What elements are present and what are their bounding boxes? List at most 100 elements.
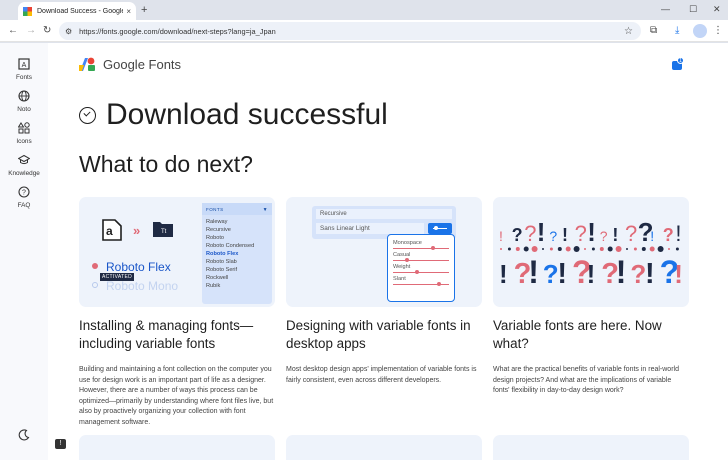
glyph-letter: a — [106, 224, 113, 238]
dot-mark — [668, 248, 670, 250]
list-item: Rockwell — [206, 275, 229, 281]
dot-mark — [591, 247, 595, 251]
preview-font-name: Roboto Flex — [106, 260, 171, 274]
card-title[interactable]: Installing & managing fonts—including va… — [79, 317, 275, 353]
list-item: Roboto Serif — [206, 267, 238, 273]
dot-mark — [515, 247, 520, 251]
school-icon — [17, 154, 31, 166]
glyph-mark: ? — [663, 225, 674, 245]
profile-avatar[interactable] — [693, 24, 707, 38]
check-circle-icon — [79, 106, 96, 124]
tab-close-icon[interactable]: × — [126, 7, 131, 16]
article-card-next-3[interactable] — [493, 435, 689, 460]
glyph-mark: ! — [537, 217, 546, 247]
list-item-active: Roboto Flex — [206, 251, 239, 257]
chevrons-icon: » — [133, 223, 141, 238]
close-window-button[interactable]: ✕ — [713, 3, 721, 15]
glyph-mark: ! — [645, 258, 655, 290]
preview-font-name-2: Roboto Mono — [106, 279, 179, 293]
dot-mark — [599, 247, 604, 251]
google-fonts-favicon — [23, 6, 32, 16]
cursor-icon — [92, 263, 98, 269]
variable-axes-panel: Monospace Casual Weight Slant — [387, 234, 455, 302]
dot-mark — [633, 247, 637, 251]
rail-item-faq[interactable]: ? FAQ — [0, 186, 48, 209]
dot-mark — [500, 248, 502, 250]
dot-mark — [641, 247, 646, 251]
glyph-mark: ! — [650, 228, 654, 244]
article-card-variable-fonts[interactable]: !??!?!?!?!??!?!!?!?!?!?!?!?! Variable fo… — [493, 197, 689, 397]
site-info-icon[interactable]: ⚙ — [65, 27, 72, 36]
back-icon[interactable]: ← — [8, 24, 18, 38]
card-title[interactable]: Designing with variable fonts in desktop… — [286, 317, 482, 353]
url-text: https://fonts.google.com/download/next-s… — [79, 26, 276, 36]
nav-rail: A Fonts Noto Icons Knowledge ? FAQ — [0, 43, 48, 460]
list-item: Recursive — [206, 227, 231, 233]
address-bar[interactable]: ⚙ https://fonts.google.com/download/next… — [59, 22, 641, 40]
folder-label: Tt — [161, 229, 167, 235]
card-title[interactable]: Variable fonts are here. Now what? — [493, 317, 689, 353]
reload-icon[interactable]: ↻ — [43, 24, 51, 38]
glyph-mark: ? — [575, 221, 587, 246]
axis-slider — [393, 270, 449, 275]
fonts-icon: A — [18, 58, 30, 70]
moon-icon — [18, 429, 30, 441]
list-item: Roboto Condensed — [206, 243, 255, 249]
minimize-button[interactable]: — — [661, 3, 670, 15]
dot-mark — [675, 247, 679, 251]
help-icon: ? — [18, 186, 30, 198]
tab-download-success[interactable]: Download Success - Google Fo × — [18, 2, 136, 20]
feedback-icon[interactable]: ! — [55, 439, 66, 449]
glyph-mark: ! — [499, 228, 503, 244]
fonts-panel-header: FONTS ▼ — [202, 203, 272, 215]
rail-item-icons[interactable]: Icons — [0, 122, 48, 145]
list-item: Roboto Slab — [206, 259, 237, 265]
google-fonts-logo[interactable]: Google Fonts — [79, 56, 181, 73]
dot-mark — [542, 248, 544, 250]
section-heading: What to do next? — [79, 151, 253, 177]
article-card-next-2[interactable] — [286, 435, 482, 460]
dot-mark — [549, 247, 553, 251]
rail-item-noto[interactable]: Noto — [0, 90, 48, 113]
dim-circle-icon — [92, 282, 98, 288]
glyph-mark: ? — [549, 228, 557, 244]
globe-icon — [18, 90, 30, 102]
glyph-mark: ! — [587, 259, 596, 289]
font-row-b: Sans Linear Light — [316, 223, 424, 234]
svg-text:?: ? — [22, 190, 26, 197]
tab-title: Download Success - Google Fo — [37, 7, 124, 15]
list-item: Raleway — [206, 219, 228, 225]
shopping-bag-icon[interactable]: 1 — [672, 57, 684, 70]
article-card-designing[interactable]: Recursive Sans Linear Light Monospace Ca… — [286, 197, 482, 386]
dot-mark — [657, 246, 664, 252]
card-illustration: !??!?!?!?!??!?!!?!?!?!?!?!?! — [493, 197, 689, 307]
rail-item-knowledge[interactable]: Knowledge — [0, 154, 48, 177]
page-title: Download successful — [106, 98, 388, 131]
menu-icon[interactable]: ⋮ — [713, 24, 723, 38]
bookmark-star-icon[interactable]: ☆ — [624, 26, 633, 37]
dark-mode-toggle[interactable] — [0, 429, 48, 441]
card-description: What are the practical benefits of varia… — [493, 366, 679, 395]
glyph-mark: ? — [512, 225, 523, 245]
axis-slider — [393, 246, 449, 251]
cart-count-badge: 1 — [677, 57, 684, 64]
maximize-button[interactable]: ☐ — [689, 3, 697, 15]
svg-text:A: A — [22, 62, 27, 69]
downloads-icon[interactable]: ⤓ — [675, 24, 679, 38]
dot-mark — [649, 246, 655, 252]
glyph-mark: ! — [612, 225, 618, 245]
dot-mark — [584, 248, 586, 250]
rail-item-fonts[interactable]: A Fonts — [0, 58, 48, 81]
glyph-mark: ? — [524, 221, 536, 246]
article-card-installing[interactable]: a » Tt FONTS ▼ Raleway Recursive Roboto R… — [79, 197, 275, 429]
new-tab-button[interactable]: + — [141, 3, 147, 17]
forward-icon[interactable]: → — [26, 24, 36, 38]
dot-mark — [523, 246, 529, 252]
axis-slider — [393, 258, 449, 263]
extensions-icon[interactable]: ⧉ — [650, 24, 657, 38]
article-card-next-1[interactable] — [79, 435, 275, 460]
glyph-mark: ! — [616, 254, 627, 290]
dot-mark — [565, 246, 571, 252]
tab-strip: Download Success - Google Fo × + — ☐ ✕ — [0, 0, 728, 20]
glyph-mark: ? — [625, 221, 637, 246]
